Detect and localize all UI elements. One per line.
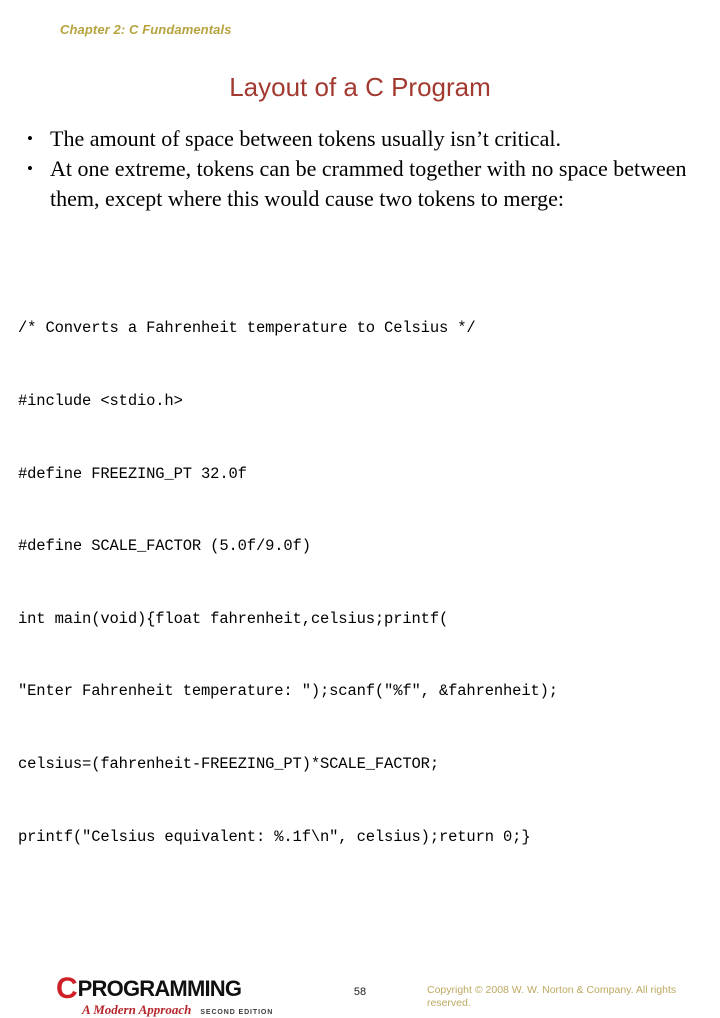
code-line: int main(void){float fahrenheit,celsius;… (18, 609, 449, 628)
list-item-text: At one extreme, tokens can be crammed to… (50, 156, 687, 211)
book-logo-edition: SECOND EDITION (200, 1009, 274, 1016)
book-logo-title: PROGRAMMING (77, 976, 242, 1001)
bullet-point-icon: • (27, 129, 33, 148)
code-line: /* Converts a Fahrenheit temperature to … (18, 319, 476, 338)
slide-footer: C PROGRAMMING A Modern Approach SECOND E… (0, 480, 720, 1018)
copyright-notice: Copyright © 2008 W. W. Norton & Company.… (427, 984, 677, 1009)
book-logo-letter-c: C (56, 972, 78, 1005)
code-listing: /* Converts a Fahrenheit temperature to … (18, 268, 718, 897)
code-line: "Enter Fahrenheit temperature: ");scanf(… (18, 682, 558, 701)
list-item: • At one extreme, tokens can be crammed … (18, 154, 708, 214)
book-logo: C PROGRAMMING A Modern Approach SECOND E… (56, 972, 281, 1018)
bullet-point-icon: • (27, 159, 33, 178)
bullet-list: • The amount of space between tokens usu… (18, 124, 708, 214)
page-number: 58 (353, 986, 367, 998)
book-logo-subtitle-row: A Modern Approach SECOND EDITION (82, 1002, 281, 1018)
book-logo-tagline: A Modern Approach (82, 1002, 192, 1017)
book-logo-wordmark: C PROGRAMMING (56, 972, 281, 1005)
chapter-header: Chapter 2: C Fundamentals (60, 22, 232, 37)
code-line: celsius=(fahrenheit-FREEZING_PT)*SCALE_F… (18, 755, 439, 774)
list-item: • The amount of space between tokens usu… (18, 124, 708, 154)
code-line: printf("Celsius equivalent: %.1f\n", cel… (18, 827, 531, 846)
list-item-text: The amount of space between tokens usual… (50, 126, 561, 151)
code-line: #include <stdio.h> (18, 392, 183, 411)
slide-canvas: Chapter 2: C Fundamentals Layout of a C … (0, 0, 720, 1018)
page-title: Layout of a C Program (229, 72, 491, 102)
